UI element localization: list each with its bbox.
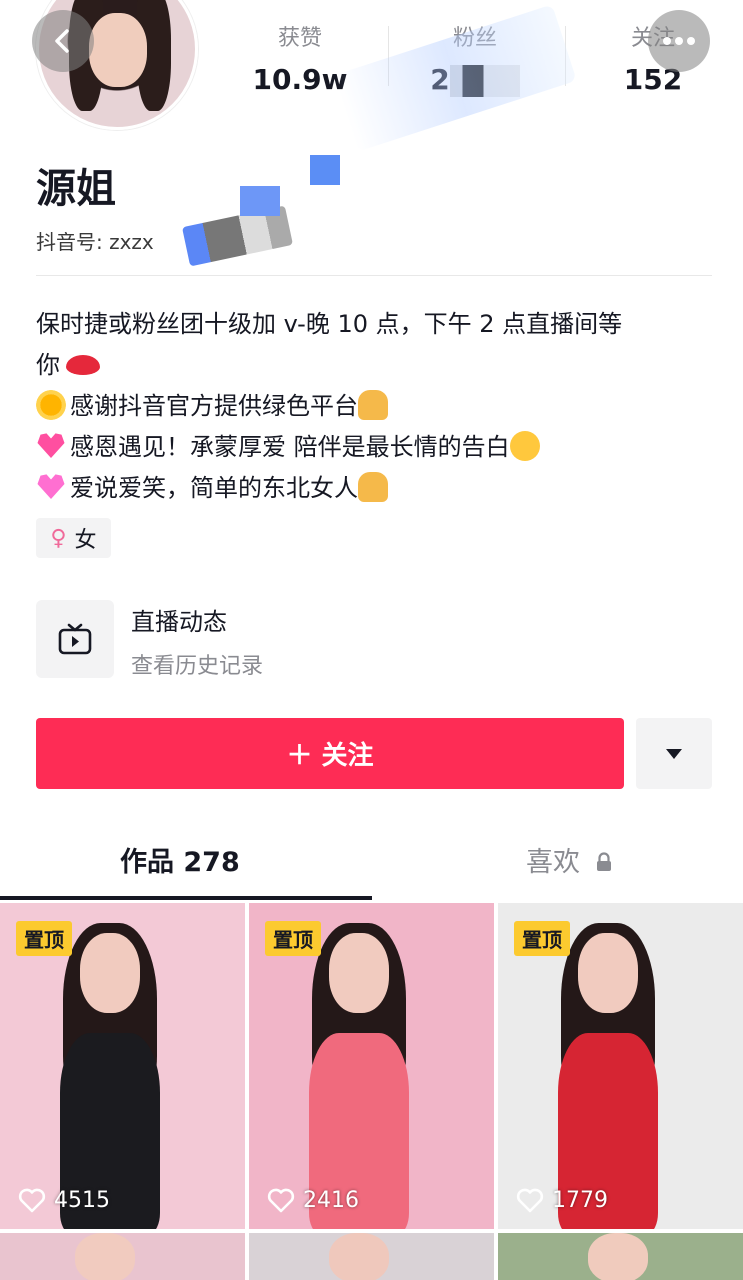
video-person-head [329,933,389,1013]
kiss-emoji-icon [509,431,540,461]
bio-line: 感恩遇见！承蒙厚爱 陪伴是最长情的告白 [36,427,716,468]
video-like-value: 2416 [303,1187,359,1213]
video-thumbnail[interactable] [0,1233,245,1280]
video-thumbnail[interactable] [249,1233,494,1280]
bio-text: 感谢抖音官方提供绿色平台 [70,392,358,420]
pray-emoji-icon [358,390,388,420]
bio-text: 你 [36,351,60,379]
live-history-title[interactable]: 直播动态 [131,602,227,637]
bio-text: 爱说爱笑，简单的东北女人 [70,474,358,502]
live-history-subtitle[interactable]: 查看历史记录 [131,648,263,680]
chevron-left-icon [55,29,69,53]
video-thumbnail[interactable]: 置顶 2416 [249,903,494,1229]
bio-text: 感恩遇见！承蒙厚爱 陪伴是最长情的告白 [70,433,510,461]
live-tv-icon [58,623,92,655]
video-thumbnail[interactable]: 置顶 1779 [498,903,743,1229]
pinned-badge: 置顶 [514,921,570,956]
back-button[interactable] [32,10,94,72]
tab-likes-label: 喜欢 [526,847,580,878]
video-like-count: 4515 [18,1187,110,1213]
video-person-head [75,1233,135,1280]
bio-line: 爱说爱笑，简单的东北女人 [36,468,716,509]
live-history-button[interactable] [36,600,114,678]
tab-works[interactable]: 作品 278 [120,840,240,879]
bio-line: 你 [36,345,716,386]
douyin-id[interactable]: 抖音号: zxzx [36,226,154,255]
pray-emoji-icon [358,472,388,502]
divider [36,275,712,276]
video-person-head [80,933,140,1013]
video-like-count: 2416 [267,1187,359,1213]
video-person-head [329,1233,389,1280]
video-like-value: 4515 [54,1187,110,1213]
tab-active-indicator [0,896,372,900]
profile-bio: 保时捷或粉丝团十级加 v-晚 10 点，下午 2 点直播间等 你 感谢抖音官方提… [36,304,716,509]
bio-line: 感谢抖音官方提供绿色平台 [36,386,716,427]
video-thumbnail[interactable] [498,1233,743,1280]
redaction-mask [240,186,280,216]
hearts-emoji-icon [37,474,65,499]
sun-emoji-icon [36,390,66,420]
caret-down-icon [666,748,682,759]
video-person [294,923,424,1229]
gender-tag: ♀ 女 [36,518,111,558]
lock-icon [596,852,611,871]
pinned-badge: 置顶 [16,921,72,956]
follow-button[interactable]: ＋ 关注 [36,718,624,789]
profile-name: 源姐 [36,166,116,212]
video-person-head [588,1233,648,1280]
bio-text: 保时捷或粉丝团十级加 v-晚 10 点，下午 2 点直播间等 [36,310,623,338]
female-icon: ♀ [50,525,67,551]
recommend-dropdown-button[interactable] [636,718,712,789]
stat-likes-label: 获赞 [277,26,322,51]
tab-likes[interactable]: 喜欢 [526,840,613,879]
video-person [543,923,673,1229]
heart-arrow-emoji-icon [37,433,65,458]
more-button[interactable] [648,10,710,72]
video-person [45,923,175,1229]
video-like-value: 1779 [552,1187,608,1213]
more-dots-icon [663,37,695,45]
video-person-head [578,933,638,1013]
lips-emoji-icon [66,355,100,375]
heart-outline-icon [267,1188,295,1213]
gender-label: 女 [74,528,97,553]
video-like-count: 1779 [516,1187,608,1213]
bio-line: 保时捷或粉丝团十级加 v-晚 10 点，下午 2 点直播间等 [36,304,716,345]
heart-outline-icon [516,1188,544,1213]
redaction-mask [310,155,340,185]
heart-outline-icon [18,1188,46,1213]
avatar-face [89,13,147,87]
pinned-badge: 置顶 [265,921,321,956]
video-thumbnail[interactable]: 置顶 4515 [0,903,245,1229]
